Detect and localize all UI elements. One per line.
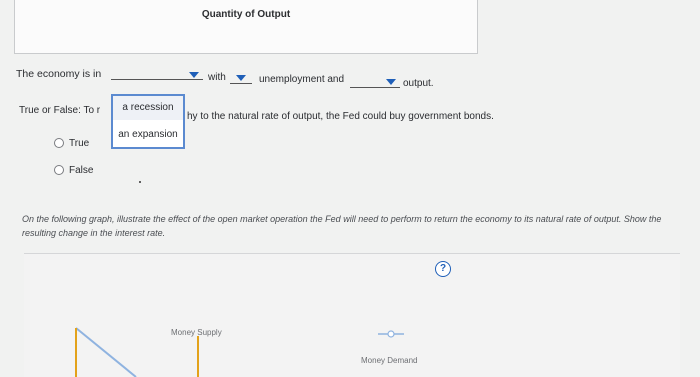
unemployment-dropdown-arrow-icon[interactable] [236, 75, 246, 81]
question1-unemployment-text: unemployment and [259, 74, 345, 85]
graph-drawing [75, 327, 404, 377]
money-market-graph[interactable]: Money Supply Money Demand [24, 253, 680, 377]
question2-suffix: hy to the natural rate of output, the Fe… [187, 111, 494, 122]
option-a-recession[interactable]: a recession [113, 96, 183, 120]
option-an-expansion[interactable]: an expansion [113, 123, 183, 147]
economy-state-options-menu: a recession an expansion [111, 94, 185, 149]
money-demand-tool-point [387, 330, 395, 338]
help-icon[interactable]: ? [435, 261, 451, 277]
question1-output-text: output. [403, 78, 434, 89]
graph-instruction: On the following graph, illustrate the e… [22, 214, 662, 238]
unemployment-dropdown[interactable] [230, 83, 252, 84]
output-dropdown[interactable] [350, 87, 400, 88]
economy-state-dropdown-arrow-icon[interactable] [189, 72, 199, 78]
output-dropdown-arrow-icon[interactable] [386, 79, 396, 85]
top-graph-panel: Quantity of Output [14, 0, 478, 54]
money-demand-curve-plotted [75, 327, 137, 377]
question2-prefix: True or False: To r [19, 105, 101, 116]
money-demand-tool-label[interactable]: Money Demand [361, 356, 417, 365]
question1-prefix: The economy is in [16, 68, 102, 80]
true-label: True [69, 138, 90, 149]
false-radio[interactable] [54, 165, 64, 175]
question1-with-text: with [208, 72, 226, 83]
stray-dot [139, 181, 141, 183]
true-radio[interactable] [54, 138, 64, 148]
economy-state-dropdown[interactable] [111, 79, 203, 80]
money-supply-tool-label[interactable]: Money Supply [171, 328, 222, 337]
false-label: False [69, 165, 94, 176]
quantity-of-output-axis-label: Quantity of Output [201, 9, 291, 20]
